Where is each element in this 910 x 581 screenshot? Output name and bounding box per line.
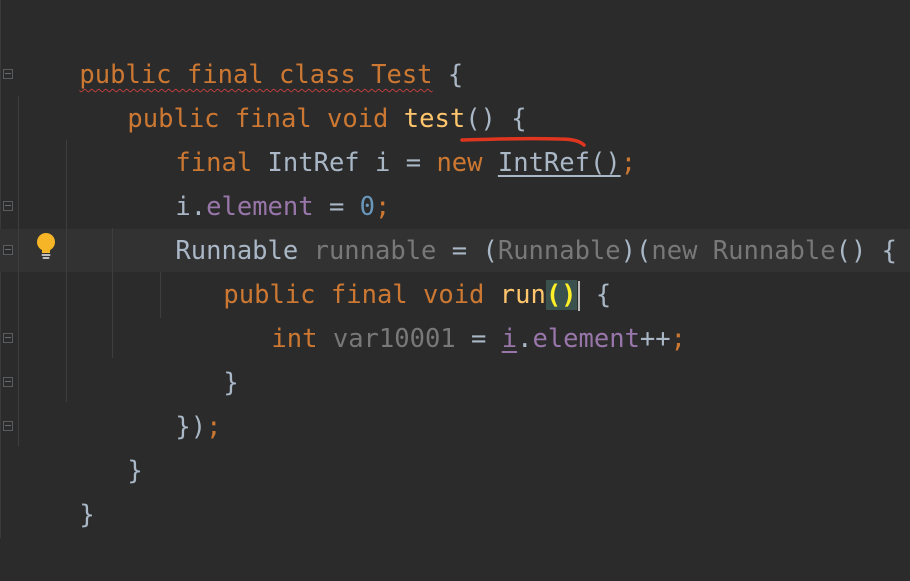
closing-brackets: }) — [175, 412, 207, 442]
code-line-5[interactable]: Runnable runnable = (Runnable)(new Runna… — [114, 185, 897, 266]
dot: . — [517, 324, 533, 354]
captured-variable: i — [501, 324, 518, 354]
code-line-11[interactable]: } — [18, 449, 94, 530]
code-line-6[interactable]: public final void run() { — [162, 229, 611, 311]
fold-marker-icon[interactable] — [3, 421, 13, 431]
indent-guide — [112, 228, 113, 358]
anonymous-class: new Runnable — [651, 236, 836, 266]
code-line-7[interactable]: int var10001 = i.element++; — [210, 273, 686, 354]
brace: } — [79, 500, 95, 530]
field-ref: element — [532, 324, 640, 354]
assign-op: = — [455, 324, 502, 354]
code-line-1[interactable]: public final class Test { — [18, 9, 463, 90]
intention-bulb-icon[interactable] — [34, 231, 58, 261]
code-line-3[interactable]: final IntRef i = new IntRef(); — [114, 97, 636, 178]
int-keyword: int — [271, 324, 333, 354]
fold-marker-icon[interactable] — [3, 201, 13, 211]
code-editor[interactable]: public final class Test { public final v… — [0, 0, 910, 538]
indent-guide — [160, 272, 161, 318]
semicolon: ; — [670, 324, 686, 354]
code-line-4[interactable]: i.element = 0; — [114, 141, 390, 222]
fold-marker-icon[interactable] — [3, 333, 13, 343]
fold-marker-icon[interactable] — [3, 377, 13, 387]
brace: } — [127, 456, 143, 486]
code-line-9[interactable]: }); — [114, 361, 221, 442]
semicolon: ; — [620, 148, 637, 178]
semicolon: ; — [206, 412, 222, 442]
code-line-8[interactable]: } — [162, 317, 238, 398]
anonymous-open: () { — [835, 236, 898, 266]
increment-op: ++ — [639, 324, 671, 354]
brace: } — [223, 368, 239, 398]
cast-close: )( — [620, 236, 652, 266]
code-line-10[interactable]: } — [66, 405, 142, 486]
constructor-call: IntRef() — [497, 148, 621, 178]
indent-guide — [18, 96, 19, 446]
unused-variable: var10001 — [332, 324, 456, 354]
fold-marker-icon[interactable] — [3, 69, 13, 79]
new-keyword: new — [436, 148, 498, 178]
code-line-2[interactable]: public final void test() { — [66, 53, 526, 134]
fold-marker-icon[interactable] — [3, 245, 13, 255]
